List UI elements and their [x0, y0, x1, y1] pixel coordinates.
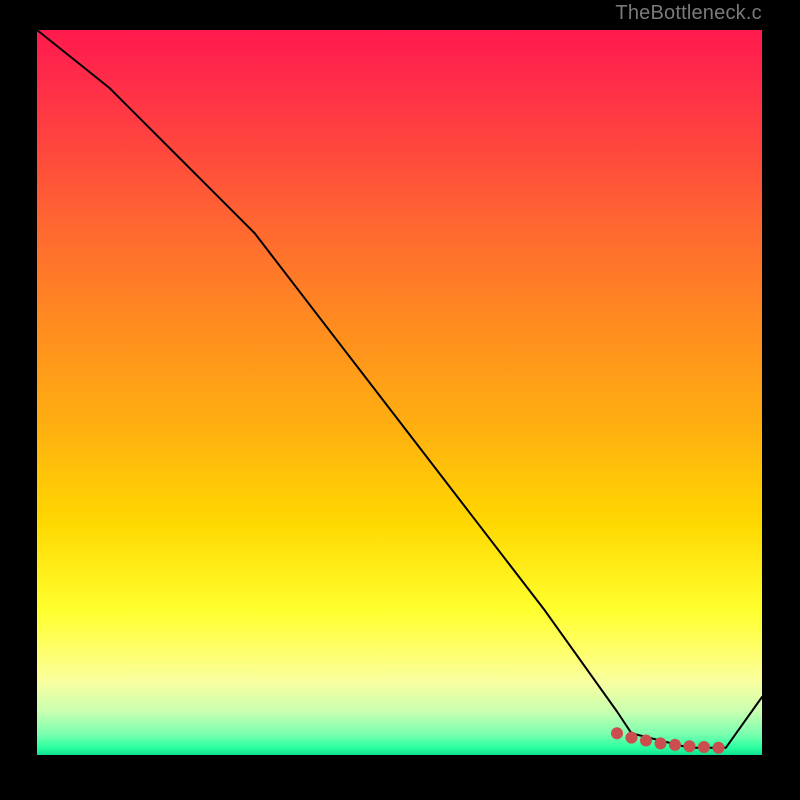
bottom-black-border — [0, 755, 800, 800]
bottom-dot — [611, 727, 623, 739]
bottom-dot — [669, 739, 681, 751]
chart-frame: TheBottleneck.com — [0, 0, 800, 800]
bottom-dot — [655, 737, 667, 749]
main-curve-layer — [37, 30, 762, 748]
bottom-dot — [713, 742, 725, 754]
bottom-dot — [684, 740, 696, 752]
right-black-border — [762, 0, 800, 800]
bottom-dot — [640, 735, 652, 747]
bottom-dot — [626, 732, 638, 744]
bottom-dot — [698, 741, 710, 753]
plot-area — [37, 30, 762, 755]
main-curve — [37, 30, 762, 748]
bottom-dots-layer — [611, 727, 725, 754]
plot-svg — [37, 30, 762, 755]
